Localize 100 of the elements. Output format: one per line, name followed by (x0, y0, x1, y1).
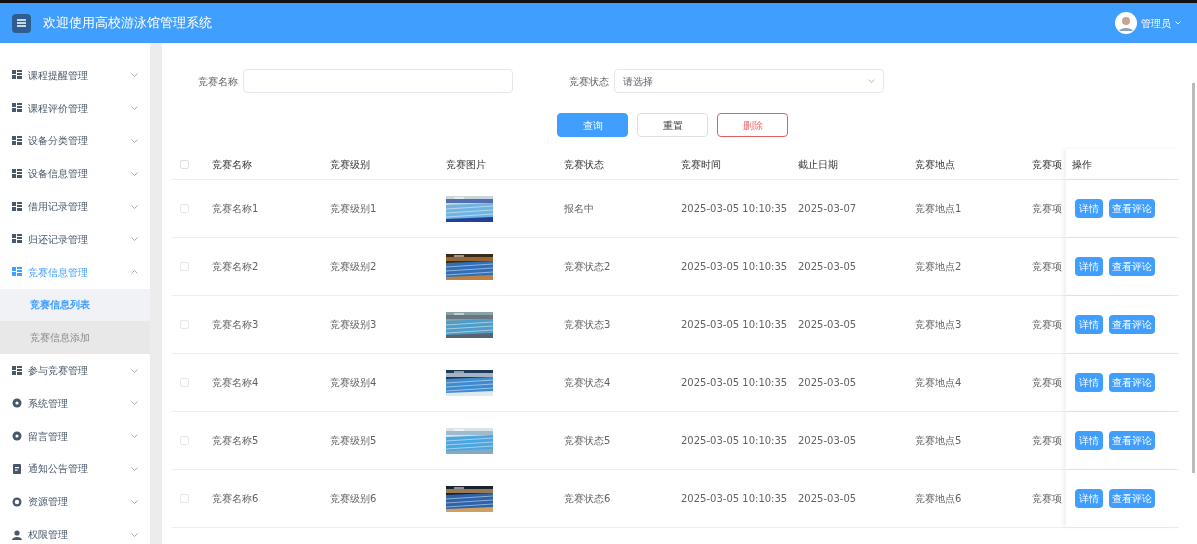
table-cell-text: 竞赛项 (1032, 492, 1063, 506)
table-cell-text: 竞赛地点5 (915, 434, 963, 448)
sidebar-item[interactable]: 竞赛信息管理 (0, 255, 150, 289)
chevron-icon (131, 466, 138, 471)
sidebar-item[interactable]: 权限管理 (0, 518, 150, 544)
row-checkbox[interactable] (180, 494, 189, 503)
chevron-icon (131, 270, 138, 275)
status-select[interactable]: 请选择 (614, 69, 884, 93)
table-cell-text: 竞赛名称2 (212, 260, 260, 274)
grid-icon (12, 365, 22, 376)
caret-icon (1175, 21, 1181, 25)
filter-label: 竞赛名称 (198, 74, 238, 89)
chevron-icon (131, 237, 138, 242)
scrollbar[interactable] (1192, 83, 1195, 473)
menu-icon (17, 19, 26, 27)
chevron-icon (131, 401, 138, 406)
table-cell-text: 2025-03-05 (798, 260, 858, 274)
grid-icon (12, 168, 22, 179)
grid-icon (12, 136, 22, 146)
table-cell-text: 竞赛地点1 (915, 202, 963, 216)
table-cell-text: 2025-03-05 10:10:35 (681, 376, 789, 390)
sidebar-item[interactable]: 课程提醒管理 (0, 59, 150, 92)
table-cell-text: 2025-03-07 (798, 202, 858, 216)
table-cell-text: 竞赛名称5 (212, 434, 260, 448)
table-cell-text: 2025-03-05 (798, 492, 858, 506)
details-button[interactable]: 详情 (1075, 257, 1103, 276)
gear-icon (12, 431, 22, 442)
comments-button[interactable]: 查看评论 (1109, 315, 1155, 334)
comments-button[interactable]: 查看评论 (1109, 257, 1155, 276)
details-button[interactable]: 详情 (1075, 431, 1103, 450)
row-checkbox[interactable] (180, 436, 189, 445)
chevron-icon (868, 79, 875, 83)
comments-button[interactable]: 查看评论 (1109, 489, 1155, 508)
user-name[interactable]: 管理员 (1141, 15, 1171, 31)
grid-icon (12, 103, 22, 114)
table-cell-text: 竞赛状态2 (564, 260, 612, 274)
comments-button[interactable]: 查看评论 (1109, 431, 1155, 450)
sidebar-item[interactable]: 资源管理 (0, 485, 150, 519)
column-header: 竞赛名称 (212, 157, 253, 172)
details-button[interactable]: 详情 (1075, 489, 1103, 508)
column-header: 竞赛图片 (446, 157, 487, 172)
menu-button[interactable] (12, 13, 31, 33)
chevron-icon (131, 106, 138, 111)
app-title: 欢迎使用高校游泳馆管理系统 (43, 14, 212, 33)
details-button[interactable]: 详情 (1075, 199, 1103, 218)
table-cell-text: 报名中 (564, 202, 595, 216)
sidebar-item[interactable]: 借用记录管理 (0, 190, 150, 223)
table-cell-text: 竞赛项 (1032, 376, 1063, 390)
table-cell-text: 竞赛地点2 (915, 260, 963, 274)
sidebar-item[interactable]: 通知公告管理 (0, 452, 150, 486)
select-all-checkbox[interactable] (180, 159, 189, 169)
sidebar-item[interactable]: 留言管理 (0, 419, 150, 453)
table-cell-text: 竞赛级别4 (330, 376, 378, 390)
table-cell-text: 2025-03-05 10:10:35 (681, 492, 789, 506)
chevron-icon (131, 171, 138, 176)
details-button[interactable]: 详情 (1075, 373, 1103, 392)
chevron-icon (131, 499, 138, 504)
delete-button[interactable]: 删除 (717, 113, 788, 137)
table-cell-text: 竞赛项 (1032, 202, 1063, 216)
submenu-item[interactable]: 竞赛信息添加 (0, 321, 150, 355)
table-cell-text: 竞赛级别3 (330, 318, 378, 332)
details-button[interactable]: 详情 (1075, 315, 1103, 334)
name-input[interactable] (243, 69, 513, 93)
chevron-icon (131, 73, 138, 78)
row-checkbox[interactable] (180, 378, 189, 387)
gear-icon (12, 398, 22, 409)
table-cell-text: 竞赛项 (1032, 318, 1063, 332)
table-cell-text: 竞赛项 (1032, 260, 1063, 274)
table-cell-text: 竞赛状态4 (564, 376, 612, 390)
grid-icon (12, 234, 22, 245)
table-cell-text: 竞赛地点4 (915, 376, 963, 390)
document-icon (12, 463, 22, 474)
comments-button[interactable]: 查看评论 (1109, 199, 1155, 218)
grid-icon (12, 267, 22, 278)
table-cell-text: 竞赛级别5 (330, 434, 378, 448)
row-checkbox[interactable] (180, 320, 189, 329)
grid-icon (12, 70, 22, 81)
sidebar-item[interactable]: 设备信息管理 (0, 157, 150, 191)
table-cell-text: 竞赛名称3 (212, 318, 260, 332)
column-header: 竞赛状态 (564, 157, 605, 172)
sidebar-item[interactable]: 系统管理 (0, 386, 150, 420)
table-cell-text: 2025-03-05 (798, 376, 858, 390)
table-cell-text: 竞赛地点6 (915, 492, 963, 506)
sidebar-item[interactable]: 归还记录管理 (0, 223, 150, 256)
comments-button[interactable]: 查看评论 (1109, 373, 1155, 392)
column-header: 竞赛项 (1032, 157, 1063, 172)
reset-button[interactable]: 重置 (637, 113, 708, 137)
table-cell-text: 2025-03-05 (798, 434, 858, 448)
sidebar-item[interactable]: 参与竞赛管理 (0, 354, 150, 387)
sidebar-item[interactable]: 设备分类管理 (0, 124, 150, 158)
row-checkbox[interactable] (180, 262, 189, 271)
chevron-icon (131, 204, 138, 209)
sidebar-item[interactable]: 课程评价管理 (0, 91, 150, 125)
table-cell-text: 竞赛地点3 (915, 318, 963, 332)
row-checkbox[interactable] (180, 204, 189, 213)
table-cell-text: 竞赛名称6 (212, 492, 260, 506)
column-header: 竞赛级别 (330, 157, 371, 172)
table-cell-text: 2025-03-05 10:10:35 (681, 202, 789, 216)
search-button[interactable]: 查询 (557, 113, 628, 137)
submenu-item[interactable]: 竞赛信息列表 (0, 288, 150, 322)
